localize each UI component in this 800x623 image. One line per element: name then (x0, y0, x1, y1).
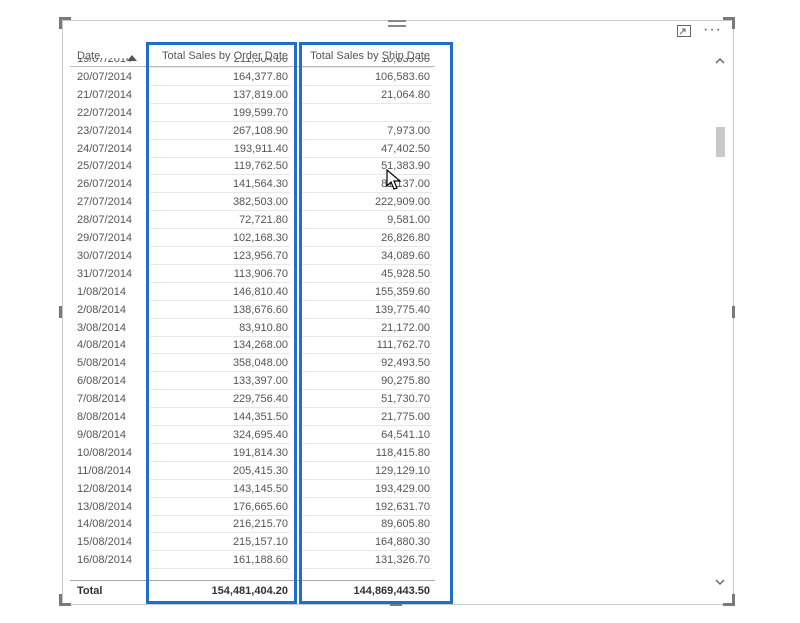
cell-date: 24/07/2014 (77, 142, 133, 155)
cell-date: 19/07/2014 (77, 58, 133, 65)
cell-date: 11/08/2014 (77, 464, 132, 477)
cell-date: 9/08/2014 (77, 428, 126, 441)
resize-handle-top-left-v[interactable] (59, 17, 62, 29)
cell-date: 15/08/2014 (77, 536, 133, 549)
scroll-up-icon[interactable] (714, 56, 726, 66)
resize-handle-bottom-right-v[interactable] (732, 594, 735, 606)
scroll-down-icon[interactable] (714, 577, 726, 587)
mouse-cursor-icon (386, 169, 402, 190)
cell-date: 6/08/2014 (77, 375, 126, 388)
cell-date: 14/08/2014 (77, 518, 133, 531)
cell-date: 13/08/2014 (77, 500, 133, 513)
cell-date: 1/08/2014 (77, 285, 126, 298)
cell-date: 12/08/2014 (77, 482, 133, 495)
drag-handle-icon[interactable] (388, 20, 406, 30)
cell-date: 20/07/2014 (77, 70, 133, 83)
cell-date: 16/08/2014 (77, 554, 133, 567)
resize-handle-bottom-left-v[interactable] (59, 594, 62, 606)
cell-date: 7/08/2014 (77, 393, 126, 406)
cell-date: 3/08/2014 (77, 321, 126, 334)
cell-date: 2/08/2014 (77, 303, 126, 316)
cell-date: 26/07/2014 (77, 178, 133, 191)
focus-mode-icon[interactable] (677, 25, 691, 37)
cell-date: 25/07/2014 (77, 160, 133, 173)
cell-date: 27/07/2014 (77, 196, 133, 209)
cell-date: 8/08/2014 (77, 411, 126, 423)
highlight-box-ship-column (299, 42, 453, 604)
cell-date: 30/07/2014 (77, 249, 133, 262)
more-options-icon[interactable]: ··· (703, 22, 722, 38)
cell-date: 5/08/2014 (77, 357, 126, 370)
total-label: Total (77, 585, 103, 597)
resize-handle-left[interactable] (59, 306, 62, 318)
cell-date: 10/08/2014 (77, 446, 133, 459)
cell-date: 28/07/2014 (77, 214, 133, 227)
cell-date: 4/08/2014 (77, 339, 126, 352)
cell-date: 22/07/2014 (77, 106, 133, 119)
cell-date: 21/07/2014 (77, 88, 133, 101)
cell-date: 29/07/2014 (77, 232, 133, 244)
cell-date: 31/07/2014 (77, 267, 133, 280)
resize-handle-right[interactable] (732, 306, 735, 318)
highlight-box-order-column (146, 42, 297, 604)
resize-handle-top-right-v[interactable] (732, 17, 735, 29)
cell-date: 23/07/2014 (77, 124, 133, 137)
scrollbar-thumb[interactable] (716, 127, 725, 157)
